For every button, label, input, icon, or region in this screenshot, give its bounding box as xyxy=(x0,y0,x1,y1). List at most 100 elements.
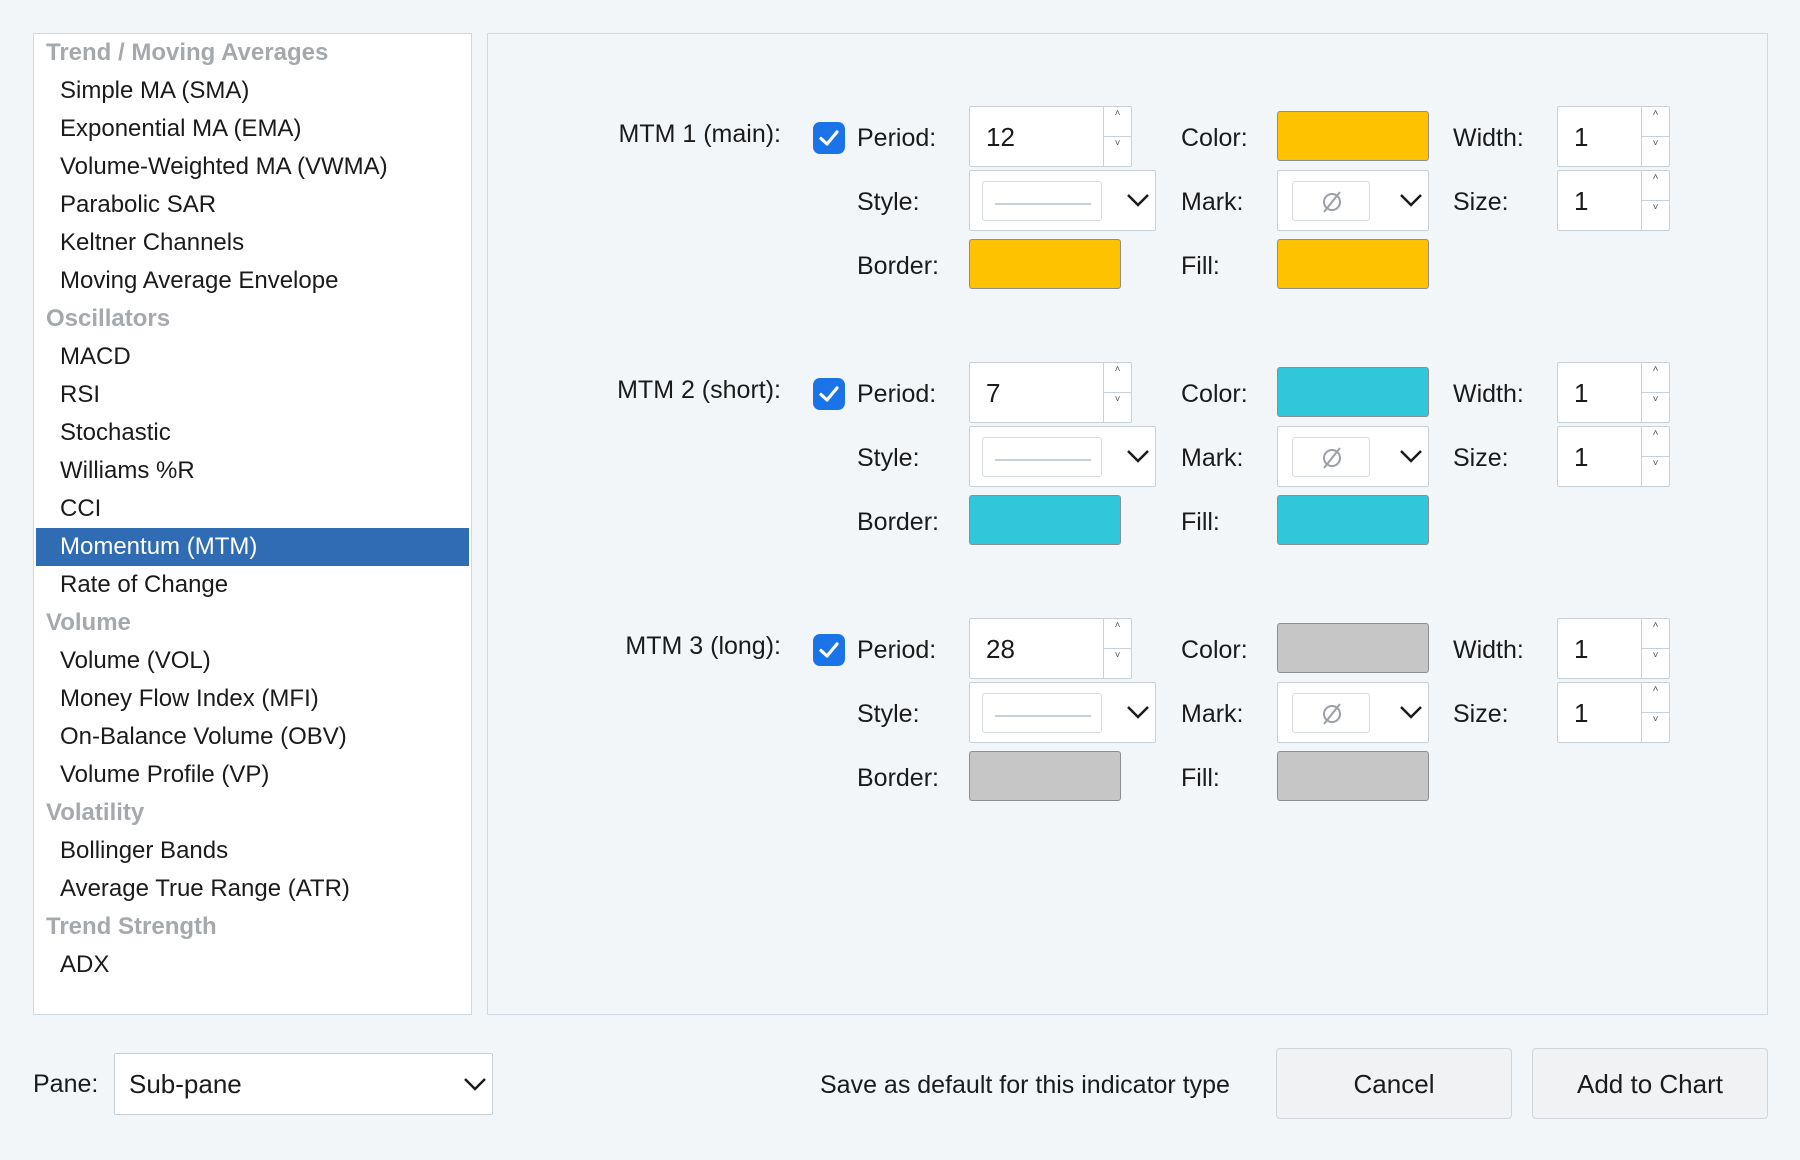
indicator-category-header: Oscillators xyxy=(46,305,171,332)
checkmark-icon xyxy=(819,130,839,146)
indicator-list-item[interactable]: Parabolic SAR xyxy=(34,186,471,224)
indicator-list[interactable]: Trend / Moving Averages Simple MA (SMA) Ex… xyxy=(33,33,472,1015)
period-spinner-value: 7 xyxy=(986,378,1001,408)
period-spinner[interactable]: 7 ˄ ˅ xyxy=(969,362,1132,423)
width-label: Width: xyxy=(1453,636,1524,664)
pane-select[interactable]: Sub-pane xyxy=(114,1053,493,1115)
border-color-swatch[interactable] xyxy=(969,239,1121,289)
mark-select[interactable] xyxy=(1277,170,1429,231)
period-spinner[interactable]: 28 ˄ ˅ xyxy=(969,618,1132,679)
width-spinner[interactable]: 1 ˄ ˅ xyxy=(1557,106,1670,167)
size-label: Size: xyxy=(1453,188,1509,216)
mark-select[interactable] xyxy=(1277,682,1429,743)
period-spinner-value: 28 xyxy=(986,634,1015,664)
line-color-swatch[interactable] xyxy=(1277,111,1429,161)
size-label: Size: xyxy=(1453,444,1509,472)
pane-select-value: Sub-pane xyxy=(129,1069,242,1099)
stepper-down-icon[interactable]: ˅ xyxy=(1642,649,1669,679)
stepper-up-icon[interactable]: ˄ xyxy=(1104,107,1131,137)
stepper-down-icon[interactable]: ˅ xyxy=(1104,393,1131,423)
stepper-arrows[interactable]: ˄ ˅ xyxy=(1641,363,1669,422)
stepper-arrows[interactable]: ˄ ˅ xyxy=(1103,619,1131,678)
indicator-list-item[interactable]: Momentum (MTM) xyxy=(36,528,469,566)
stepper-down-icon[interactable]: ˅ xyxy=(1104,649,1131,679)
width-spinner[interactable]: 1 ˄ ˅ xyxy=(1557,618,1670,679)
period-spinner[interactable]: 12 ˄ ˅ xyxy=(969,106,1132,167)
line-style-select[interactable] xyxy=(969,426,1156,487)
checkmark-icon xyxy=(819,386,839,402)
stepper-down-icon[interactable]: ˅ xyxy=(1642,713,1669,743)
stepper-down-icon[interactable]: ˅ xyxy=(1642,201,1669,231)
stepper-down-icon[interactable]: ˅ xyxy=(1104,137,1131,167)
indicator-list-item[interactable]: Rate of Change xyxy=(34,566,471,604)
style-label: Style: xyxy=(857,700,920,728)
indicator-list-item[interactable]: Money Flow Index (MFI) xyxy=(34,680,471,718)
chevron-down-icon xyxy=(1121,171,1155,230)
chevron-down-icon xyxy=(1121,427,1155,486)
fill-label: Fill: xyxy=(1181,764,1220,792)
line-color-swatch[interactable] xyxy=(1277,623,1429,673)
mark-select[interactable] xyxy=(1277,426,1429,487)
stepper-arrows[interactable]: ˄ ˅ xyxy=(1641,427,1669,486)
cancel-button[interactable]: Cancel xyxy=(1276,1048,1512,1119)
period-label: Period: xyxy=(857,380,937,408)
indicator-list-item[interactable]: Volume (VOL) xyxy=(34,642,471,680)
stepper-arrows[interactable]: ˄ ˅ xyxy=(1641,107,1669,166)
indicator-list-item[interactable]: ADX xyxy=(34,946,471,984)
stepper-arrows[interactable]: ˄ ˅ xyxy=(1641,171,1669,230)
fill-color-swatch[interactable] xyxy=(1277,239,1429,289)
border-color-swatch[interactable] xyxy=(969,495,1121,545)
width-spinner-value: 1 xyxy=(1574,122,1589,152)
stepper-up-icon[interactable]: ˄ xyxy=(1642,427,1669,457)
width-label: Width: xyxy=(1453,124,1524,152)
stepper-up-icon[interactable]: ˄ xyxy=(1104,619,1131,649)
indicator-list-item[interactable]: Volume Profile (VP) xyxy=(34,756,471,794)
indicator-list-item[interactable]: On-Balance Volume (OBV) xyxy=(34,718,471,756)
indicator-list-item[interactable]: Exponential MA (EMA) xyxy=(34,110,471,148)
width-spinner[interactable]: 1 ˄ ˅ xyxy=(1557,362,1670,423)
stepper-down-icon[interactable]: ˅ xyxy=(1642,393,1669,423)
stepper-down-icon[interactable]: ˅ xyxy=(1642,137,1669,167)
fill-color-swatch[interactable] xyxy=(1277,495,1429,545)
indicator-list-item[interactable]: Keltner Channels xyxy=(34,224,471,262)
indicator-list-item[interactable]: Volume-Weighted MA (VWMA) xyxy=(34,148,471,186)
mark-label: Mark: xyxy=(1181,444,1244,472)
line-style-preview xyxy=(982,693,1102,733)
border-label: Border: xyxy=(857,764,939,792)
border-label: Border: xyxy=(857,252,939,280)
add-to-chart-button[interactable]: Add to Chart xyxy=(1532,1048,1768,1119)
stepper-up-icon[interactable]: ˄ xyxy=(1642,363,1669,393)
stepper-up-icon[interactable]: ˄ xyxy=(1642,171,1669,201)
indicator-list-item[interactable]: Stochastic xyxy=(34,414,471,452)
size-spinner[interactable]: 1 ˄ ˅ xyxy=(1557,426,1670,487)
indicator-list-item[interactable]: RSI xyxy=(34,376,471,414)
line-enabled-checkbox[interactable] xyxy=(813,378,845,410)
line-enabled-checkbox[interactable] xyxy=(813,634,845,666)
stepper-arrows[interactable]: ˄ ˅ xyxy=(1103,107,1131,166)
stepper-arrows[interactable]: ˄ ˅ xyxy=(1641,619,1669,678)
line-enabled-checkbox[interactable] xyxy=(813,122,845,154)
stepper-up-icon[interactable]: ˄ xyxy=(1104,363,1131,393)
line-title: MTM 1 (main): xyxy=(618,120,782,148)
save-default-label[interactable]: Save as default for this indicator type xyxy=(820,1070,1230,1100)
indicator-list-item[interactable]: Simple MA (SMA) xyxy=(34,72,471,110)
line-style-select[interactable] xyxy=(969,682,1156,743)
stepper-arrows[interactable]: ˄ ˅ xyxy=(1103,363,1131,422)
stepper-down-icon[interactable]: ˅ xyxy=(1642,457,1669,487)
stepper-up-icon[interactable]: ˄ xyxy=(1642,619,1669,649)
indicator-list-item[interactable]: Bollinger Bands xyxy=(34,832,471,870)
line-color-swatch[interactable] xyxy=(1277,367,1429,417)
fill-color-swatch[interactable] xyxy=(1277,751,1429,801)
stepper-up-icon[interactable]: ˄ xyxy=(1642,107,1669,137)
border-color-swatch[interactable] xyxy=(969,751,1121,801)
indicator-list-item[interactable]: Williams %R xyxy=(34,452,471,490)
indicator-list-item[interactable]: Moving Average Envelope xyxy=(34,262,471,300)
indicator-list-item[interactable]: Average True Range (ATR) xyxy=(34,870,471,908)
indicator-list-item[interactable]: MACD xyxy=(34,338,471,376)
size-spinner[interactable]: 1 ˄ ˅ xyxy=(1557,170,1670,231)
stepper-up-icon[interactable]: ˄ xyxy=(1642,683,1669,713)
stepper-arrows[interactable]: ˄ ˅ xyxy=(1641,683,1669,742)
size-spinner[interactable]: 1 ˄ ˅ xyxy=(1557,682,1670,743)
line-style-select[interactable] xyxy=(969,170,1156,231)
indicator-list-item[interactable]: CCI xyxy=(34,490,471,528)
